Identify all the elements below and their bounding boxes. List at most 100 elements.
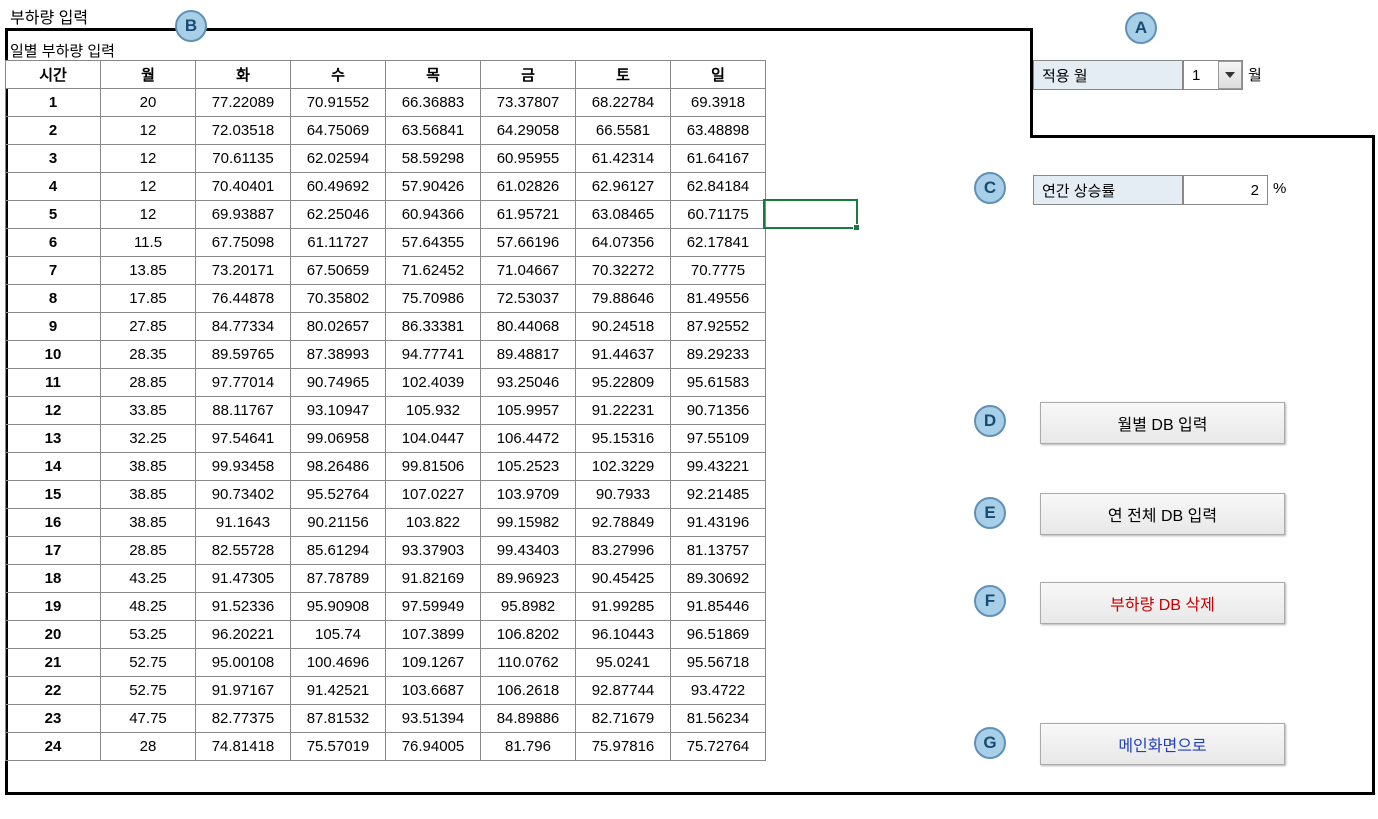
data-cell[interactable]: 63.08465 [576, 201, 671, 229]
data-cell[interactable]: 82.55728 [196, 537, 291, 565]
data-cell[interactable]: 61.11727 [291, 229, 386, 257]
data-cell[interactable]: 70.61135 [196, 145, 291, 173]
data-cell[interactable]: 67.50659 [291, 257, 386, 285]
data-cell[interactable]: 60.49692 [291, 173, 386, 201]
data-cell[interactable]: 91.44637 [576, 341, 671, 369]
data-cell[interactable]: 84.89886 [481, 705, 576, 733]
data-cell[interactable]: 89.30692 [671, 565, 766, 593]
data-cell[interactable]: 91.85446 [671, 593, 766, 621]
data-cell[interactable]: 64.07356 [576, 229, 671, 257]
data-cell[interactable]: 75.72764 [671, 733, 766, 761]
data-cell[interactable]: 70.32272 [576, 257, 671, 285]
hour-cell[interactable]: 3 [6, 145, 101, 173]
data-cell[interactable]: 89.48817 [481, 341, 576, 369]
hour-cell[interactable]: 13 [6, 425, 101, 453]
data-cell[interactable]: 66.36883 [386, 89, 481, 117]
data-cell[interactable]: 110.0762 [481, 649, 576, 677]
data-cell[interactable]: 52.75 [101, 677, 196, 705]
data-cell[interactable]: 53.25 [101, 621, 196, 649]
data-cell[interactable]: 74.81418 [196, 733, 291, 761]
data-cell[interactable]: 60.94366 [386, 201, 481, 229]
data-cell[interactable]: 28.85 [101, 537, 196, 565]
data-cell[interactable]: 61.02826 [481, 173, 576, 201]
hour-cell[interactable]: 6 [6, 229, 101, 257]
data-cell[interactable]: 57.64355 [386, 229, 481, 257]
data-cell[interactable]: 38.85 [101, 509, 196, 537]
hour-cell[interactable]: 16 [6, 509, 101, 537]
data-cell[interactable]: 99.93458 [196, 453, 291, 481]
data-cell[interactable]: 97.55109 [671, 425, 766, 453]
monthly-db-input-button[interactable]: 월별 DB 입력 [1040, 402, 1285, 444]
data-cell[interactable]: 88.11767 [196, 397, 291, 425]
data-cell[interactable]: 105.2523 [481, 453, 576, 481]
data-cell[interactable]: 71.04667 [481, 257, 576, 285]
data-cell[interactable]: 61.95721 [481, 201, 576, 229]
data-cell[interactable]: 60.95955 [481, 145, 576, 173]
data-cell[interactable]: 48.25 [101, 593, 196, 621]
data-cell[interactable]: 94.77741 [386, 341, 481, 369]
data-cell[interactable]: 75.97816 [576, 733, 671, 761]
data-cell[interactable]: 70.35802 [291, 285, 386, 313]
data-cell[interactable]: 109.1267 [386, 649, 481, 677]
data-cell[interactable]: 84.77334 [196, 313, 291, 341]
data-cell[interactable]: 90.71356 [671, 397, 766, 425]
annual-rate-input[interactable]: 2 [1183, 175, 1268, 205]
data-cell[interactable]: 90.24518 [576, 313, 671, 341]
data-cell[interactable]: 91.52336 [196, 593, 291, 621]
data-cell[interactable]: 57.90426 [386, 173, 481, 201]
data-cell[interactable]: 81.796 [481, 733, 576, 761]
data-cell[interactable]: 61.42314 [576, 145, 671, 173]
data-cell[interactable]: 95.22809 [576, 369, 671, 397]
hour-cell[interactable]: 9 [6, 313, 101, 341]
data-cell[interactable]: 73.20171 [196, 257, 291, 285]
data-cell[interactable]: 58.59298 [386, 145, 481, 173]
hour-cell[interactable]: 20 [6, 621, 101, 649]
data-cell[interactable]: 95.00108 [196, 649, 291, 677]
data-cell[interactable]: 70.91552 [291, 89, 386, 117]
data-cell[interactable]: 95.15316 [576, 425, 671, 453]
fill-handle[interactable] [853, 224, 860, 231]
hour-cell[interactable]: 4 [6, 173, 101, 201]
hour-cell[interactable]: 24 [6, 733, 101, 761]
data-cell[interactable]: 77.22089 [196, 89, 291, 117]
data-cell[interactable]: 92.87744 [576, 677, 671, 705]
data-cell[interactable]: 93.25046 [481, 369, 576, 397]
apply-month-dropdown[interactable]: 1 [1183, 60, 1243, 90]
data-cell[interactable]: 104.0447 [386, 425, 481, 453]
data-cell[interactable]: 62.02594 [291, 145, 386, 173]
data-cell[interactable]: 66.5581 [576, 117, 671, 145]
data-cell[interactable]: 72.03518 [196, 117, 291, 145]
data-cell[interactable]: 61.64167 [671, 145, 766, 173]
data-cell[interactable]: 91.42521 [291, 677, 386, 705]
data-cell[interactable]: 105.932 [386, 397, 481, 425]
data-cell[interactable]: 12 [101, 145, 196, 173]
data-cell[interactable]: 99.43221 [671, 453, 766, 481]
data-cell[interactable]: 106.4472 [481, 425, 576, 453]
data-cell[interactable]: 64.75069 [291, 117, 386, 145]
data-cell[interactable]: 103.9709 [481, 481, 576, 509]
data-cell[interactable]: 93.37903 [386, 537, 481, 565]
data-cell[interactable]: 81.56234 [671, 705, 766, 733]
data-cell[interactable]: 82.71679 [576, 705, 671, 733]
data-cell[interactable]: 99.06958 [291, 425, 386, 453]
data-cell[interactable]: 47.75 [101, 705, 196, 733]
data-cell[interactable]: 100.4696 [291, 649, 386, 677]
data-cell[interactable]: 12 [101, 201, 196, 229]
data-cell[interactable]: 99.81506 [386, 453, 481, 481]
data-cell[interactable]: 12 [101, 117, 196, 145]
hour-cell[interactable]: 23 [6, 705, 101, 733]
data-cell[interactable]: 87.92552 [671, 313, 766, 341]
data-cell[interactable]: 87.78789 [291, 565, 386, 593]
data-cell[interactable]: 91.43196 [671, 509, 766, 537]
data-cell[interactable]: 57.66196 [481, 229, 576, 257]
data-cell[interactable]: 75.70986 [386, 285, 481, 313]
data-cell[interactable]: 96.51869 [671, 621, 766, 649]
data-cell[interactable]: 67.75098 [196, 229, 291, 257]
data-cell[interactable]: 95.8982 [481, 593, 576, 621]
data-cell[interactable]: 91.97167 [196, 677, 291, 705]
hour-cell[interactable]: 17 [6, 537, 101, 565]
main-screen-button[interactable]: 메인화면으로 [1040, 723, 1285, 765]
data-cell[interactable]: 73.37807 [481, 89, 576, 117]
data-cell[interactable]: 85.61294 [291, 537, 386, 565]
data-cell[interactable]: 90.7933 [576, 481, 671, 509]
